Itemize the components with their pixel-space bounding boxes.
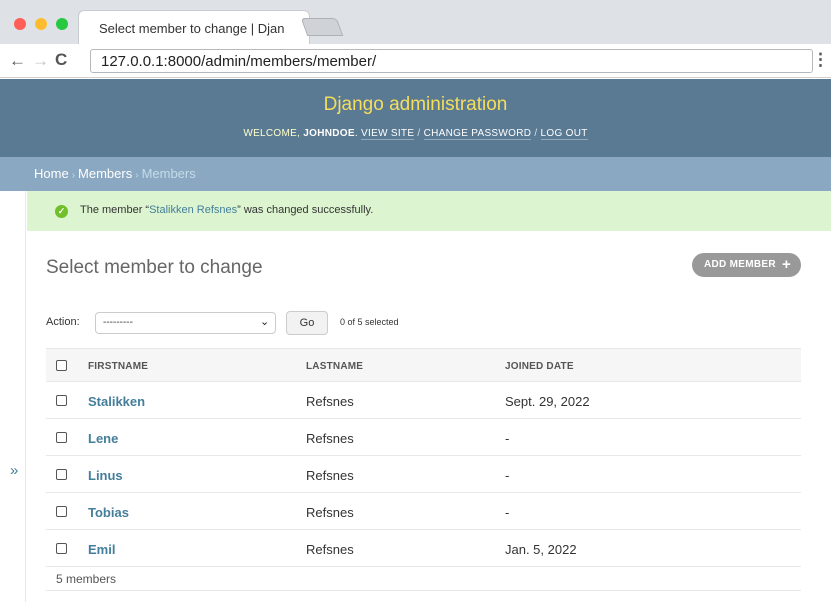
firstname-link[interactable]: Tobias [88, 505, 129, 520]
breadcrumb-current: Members [141, 166, 196, 181]
change-password-link[interactable]: CHANGE PASSWORD [423, 128, 532, 140]
add-member-button[interactable]: ADD MEMBER + [692, 253, 801, 277]
row-checkbox[interactable] [56, 543, 67, 554]
joined-date-cell: - [505, 468, 510, 483]
joined-date-cell: Jan. 5, 2022 [505, 542, 577, 557]
lastname-cell: Refsnes [306, 505, 354, 520]
log-out-link[interactable]: LOG OUT [540, 128, 588, 140]
success-message: ✓ The member “Stalikken Refsnes” was cha… [27, 191, 831, 231]
breadcrumb-home[interactable]: Home [34, 166, 69, 181]
welcome-text: WELCOME, [243, 128, 301, 139]
tab-title: Select member to change | Djan [99, 21, 285, 36]
page-title: Select member to change [46, 257, 263, 278]
breadcrumb-app[interactable]: Members [78, 166, 132, 181]
column-header-lastname[interactable]: LASTNAME [306, 361, 363, 372]
row-checkbox[interactable] [56, 506, 67, 517]
admin-header: Django administration WELCOME, JOHNDOE. … [0, 79, 831, 157]
message-text: The member “Stalikken Refsnes” was chang… [80, 204, 374, 216]
select-all-checkbox[interactable] [56, 360, 67, 371]
lastname-cell: Refsnes [306, 394, 354, 409]
back-arrow-icon[interactable]: ← [9, 51, 26, 71]
chevron-down-icon: ⌄ [260, 316, 270, 328]
firstname-link[interactable]: Linus [88, 468, 123, 483]
results-table: FIRSTNAME LASTNAME JOINED DATE Stalikken… [46, 348, 801, 591]
table-row: Emil Refsnes Jan. 5, 2022 [46, 530, 801, 567]
action-select[interactable]: --------- ⌄ [95, 312, 276, 334]
browser-tab[interactable]: Select member to change | Djan [78, 10, 310, 44]
browser-tabstrip: Select member to change | Djan [0, 0, 831, 44]
maximize-window-button[interactable] [56, 18, 68, 30]
lastname-cell: Refsnes [306, 468, 354, 483]
url-text: 127.0.0.1:8000/admin/members/member/ [101, 53, 377, 70]
table-row: Linus Refsnes - [46, 456, 801, 493]
go-button[interactable]: Go [286, 311, 328, 335]
action-selected-value: --------- [103, 317, 133, 328]
username: JOHNDOE [303, 128, 355, 139]
table-header: FIRSTNAME LASTNAME JOINED DATE [46, 348, 801, 382]
menu-dots-icon[interactable]: ⋮ [812, 50, 829, 70]
view-site-link[interactable]: VIEW SITE [361, 128, 415, 140]
site-branding[interactable]: Django administration [0, 94, 831, 116]
nav-sidebar: » [0, 191, 26, 602]
forward-arrow-icon[interactable]: → [32, 51, 49, 71]
paginator: 5 members [46, 567, 801, 591]
firstname-link[interactable]: Stalikken [88, 394, 145, 409]
column-header-firstname[interactable]: FIRSTNAME [88, 361, 148, 372]
action-label: Action: [46, 316, 80, 328]
reload-icon[interactable]: C [55, 50, 67, 70]
firstname-link[interactable]: Emil [88, 542, 115, 557]
user-tools: WELCOME, JOHNDOE. VIEW SITE / CHANGE PAS… [243, 128, 588, 140]
sidebar-toggle-icon[interactable]: » [10, 462, 18, 479]
close-window-button[interactable] [14, 18, 26, 30]
column-header-joined-date[interactable]: JOINED DATE [505, 361, 574, 372]
row-checkbox[interactable] [56, 432, 67, 443]
result-count: 5 members [56, 572, 117, 586]
add-member-label: ADD MEMBER [704, 259, 776, 270]
table-row: Stalikken Refsnes Sept. 29, 2022 [46, 382, 801, 419]
breadcrumb: Home › Members › Members [0, 157, 831, 191]
plus-icon: + [782, 256, 792, 273]
new-tab-button[interactable] [300, 18, 344, 36]
row-checkbox[interactable] [56, 395, 67, 406]
success-check-icon: ✓ [55, 205, 68, 218]
selection-counter: 0 of 5 selected [340, 317, 399, 327]
lastname-cell: Refsnes [306, 542, 354, 557]
message-object-link[interactable]: Stalikken Refsnes [149, 204, 237, 216]
joined-date-cell: - [505, 431, 510, 446]
joined-date-cell: - [505, 505, 510, 520]
lastname-cell: Refsnes [306, 431, 354, 446]
table-row: Tobias Refsnes - [46, 493, 801, 530]
table-row: Lene Refsnes - [46, 419, 801, 456]
firstname-link[interactable]: Lene [88, 431, 118, 446]
row-checkbox[interactable] [56, 469, 67, 480]
browser-toolbar: ← → C 127.0.0.1:8000/admin/members/membe… [0, 44, 831, 78]
joined-date-cell: Sept. 29, 2022 [505, 394, 590, 409]
minimize-window-button[interactable] [35, 18, 47, 30]
address-bar[interactable]: 127.0.0.1:8000/admin/members/member/ [90, 49, 813, 73]
